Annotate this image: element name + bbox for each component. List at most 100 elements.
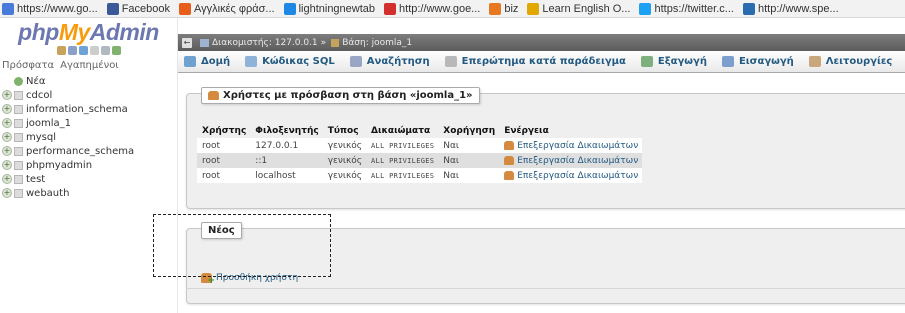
- cell-grant: Ναι: [438, 138, 500, 153]
- action-cell: Επεξεργασία Δικαιωμάτων: [499, 138, 643, 153]
- column-header: Χρήστης: [202, 126, 247, 136]
- database-icon: [14, 90, 23, 100]
- tree-item-database[interactable]: + information_schema: [0, 102, 177, 116]
- bookmark-item[interactable]: Αγγλικές φράσ...: [179, 2, 275, 15]
- add-user-link[interactable]: Προσθήκη χρήστη: [201, 273, 299, 286]
- breadcrumb: ← Διακομιστής: 127.0.0.1 » Βάση: joomla_…: [178, 34, 905, 51]
- bookmark-item[interactable]: https://www.go...: [2, 2, 98, 15]
- cell-privileges: ALL PRIVILEGES: [366, 138, 439, 153]
- tab-item[interactable]: Επερώτημα κατά παράδειγμα: [439, 51, 635, 72]
- spe-icon: [742, 2, 755, 15]
- column-header: Φιλοξενητής: [255, 126, 319, 136]
- edit-privileges-label: Επεξεργασία Δικαιωμάτων: [517, 155, 639, 166]
- tab-favorites[interactable]: Αγαπημένοι: [60, 60, 119, 72]
- reload-icon[interactable]: [111, 46, 121, 55]
- breadcrumb-server[interactable]: Διακομιστής: 127.0.0.1: [212, 38, 318, 48]
- structure-icon: [184, 56, 196, 67]
- bookmark-item[interactable]: Learn English O...: [527, 2, 630, 15]
- expand-icon[interactable]: +: [2, 104, 12, 114]
- help-icon[interactable]: [78, 46, 88, 55]
- tree-item-database[interactable]: + test: [0, 172, 177, 186]
- tree-item-database[interactable]: + cdcol: [0, 88, 177, 102]
- docs-icon[interactable]: [89, 46, 99, 55]
- tab-item[interactable]: Εισαγωγή: [716, 51, 803, 72]
- expand-icon[interactable]: +: [2, 174, 12, 184]
- cell-host: localhost: [250, 168, 323, 183]
- database-icon: [14, 174, 23, 184]
- tree-item-database[interactable]: + phpmyadmin: [0, 158, 177, 172]
- database-icon: [331, 38, 340, 47]
- expand-icon[interactable]: +: [2, 160, 12, 170]
- edit-privileges-link[interactable]: Επεξεργασία Δικαιωμάτων: [504, 171, 638, 181]
- tree-item-label: information_schema: [26, 103, 128, 115]
- facebook-icon: [106, 2, 119, 15]
- bookmark-item[interactable]: biz: [489, 2, 518, 15]
- edit-privileges-link[interactable]: Επεξεργασία Δικαιωμάτων: [504, 141, 638, 151]
- cell-grant: Ναι: [438, 153, 500, 168]
- bookmark-item[interactable]: http://www.goe...: [384, 2, 481, 15]
- lightning-icon: [283, 2, 296, 15]
- operations-icon: [808, 56, 821, 67]
- cell-privileges: ALL PRIVILEGES: [366, 168, 439, 183]
- column-header: Δικαιώματα: [371, 126, 431, 136]
- cell-privileges: ALL PRIVILEGES: [366, 153, 439, 168]
- users-table: Χρήστης Φιλοξενητής Τύπος Δικαιώματα Χορήγησ…: [197, 124, 643, 183]
- edit-privileges-label: Επεξεργασία Δικαιωμάτων: [517, 170, 639, 181]
- edit-privileges-icon: [504, 141, 515, 150]
- tab-item[interactable]: Αναζήτηση: [344, 51, 439, 72]
- bookmark-label: http://www.spe...: [757, 2, 839, 15]
- bookmark-item[interactable]: https://twitter.c...: [639, 2, 734, 15]
- bookmark-label: Facebook: [121, 2, 171, 15]
- expand-icon[interactable]: +: [2, 188, 12, 198]
- home-icon[interactable]: [56, 46, 66, 55]
- users-panel-legend: Χρήστες με πρόσβαση στη βάση «joomla_1»: [201, 87, 480, 104]
- expand-icon[interactable]: +: [2, 118, 12, 128]
- tab-item[interactable]: Λειτουργίες: [803, 51, 902, 72]
- expand-icon[interactable]: +: [2, 146, 12, 156]
- tab-item[interactable]: Εξαγωγή: [635, 51, 716, 72]
- column-header: Τύπος: [327, 126, 359, 136]
- bookmarks-bar: https://www.go... Facebook Αγγλικές φράσ..…: [0, 0, 905, 18]
- bookmark-label: http://www.goe...: [399, 2, 481, 15]
- logout-icon[interactable]: [67, 46, 77, 55]
- expand-icon[interactable]: +: [2, 90, 12, 100]
- bookmark-label: https://www.go...: [17, 2, 98, 15]
- bookmark-item[interactable]: lightningnewtab: [283, 2, 376, 15]
- settings-icon[interactable]: [100, 46, 110, 55]
- database-icon: [14, 146, 23, 156]
- users-panel-title: Χρήστες με πρόσβαση στη βάση «joomla_1»: [223, 90, 473, 101]
- tab-label: Λειτουργίες: [825, 56, 893, 67]
- nav-tabs: Πρόσφατα Αγαπημένοι: [0, 60, 177, 72]
- breadcrumb-database[interactable]: Βάση: joomla_1: [342, 38, 412, 48]
- tree-item-database[interactable]: + mysql: [0, 130, 177, 144]
- new-panel-legend: Νέος: [201, 222, 242, 239]
- action-cell: Επεξεργασία Δικαιωμάτων: [499, 168, 643, 183]
- tab-item[interactable]: Κώδικας SQL: [239, 51, 344, 72]
- bookmark-item[interactable]: http://www.spe...: [742, 2, 839, 15]
- tree-item-database[interactable]: + performance_schema: [0, 144, 177, 158]
- edit-privileges-label: Επεξεργασία Δικαιωμάτων: [517, 140, 639, 151]
- database-tree: Νέα + cdcol + information_schema + joomla_1 + m…: [0, 74, 177, 200]
- google-icon: [2, 2, 14, 15]
- tree-item-database[interactable]: + joomla_1: [0, 116, 177, 130]
- tree-item-database[interactable]: + webauth: [0, 186, 177, 200]
- tree-item-new[interactable]: Νέα: [0, 74, 177, 88]
- cell-type: γενικός: [322, 153, 367, 168]
- phpmyadmin-logo[interactable]: phpMyAdmin: [0, 18, 177, 46]
- tab-item[interactable]: ▼Περισσότ: [901, 51, 905, 72]
- collapse-arrow-icon[interactable]: ←: [182, 37, 192, 48]
- learn-icon: [527, 2, 540, 15]
- edit-privileges-link[interactable]: Επεξεργασία Δικαιωμάτων: [504, 156, 638, 166]
- tab-recent[interactable]: Πρόσφατα: [2, 60, 54, 72]
- cell-user: root: [197, 168, 251, 183]
- expand-icon[interactable]: +: [2, 132, 12, 142]
- bookmark-label: lightningnewtab: [298, 2, 376, 15]
- export-icon: [640, 56, 653, 67]
- cell-user: root: [197, 153, 251, 168]
- tab-label: Εξαγωγή: [657, 56, 707, 67]
- bookmark-item[interactable]: Facebook: [106, 2, 171, 15]
- column-header: Ενέργεια: [504, 126, 549, 136]
- 50-icon: [384, 2, 397, 15]
- tab-item[interactable]: Δομή: [178, 51, 239, 72]
- add-user-label: Προσθήκη χρήστη: [216, 273, 299, 283]
